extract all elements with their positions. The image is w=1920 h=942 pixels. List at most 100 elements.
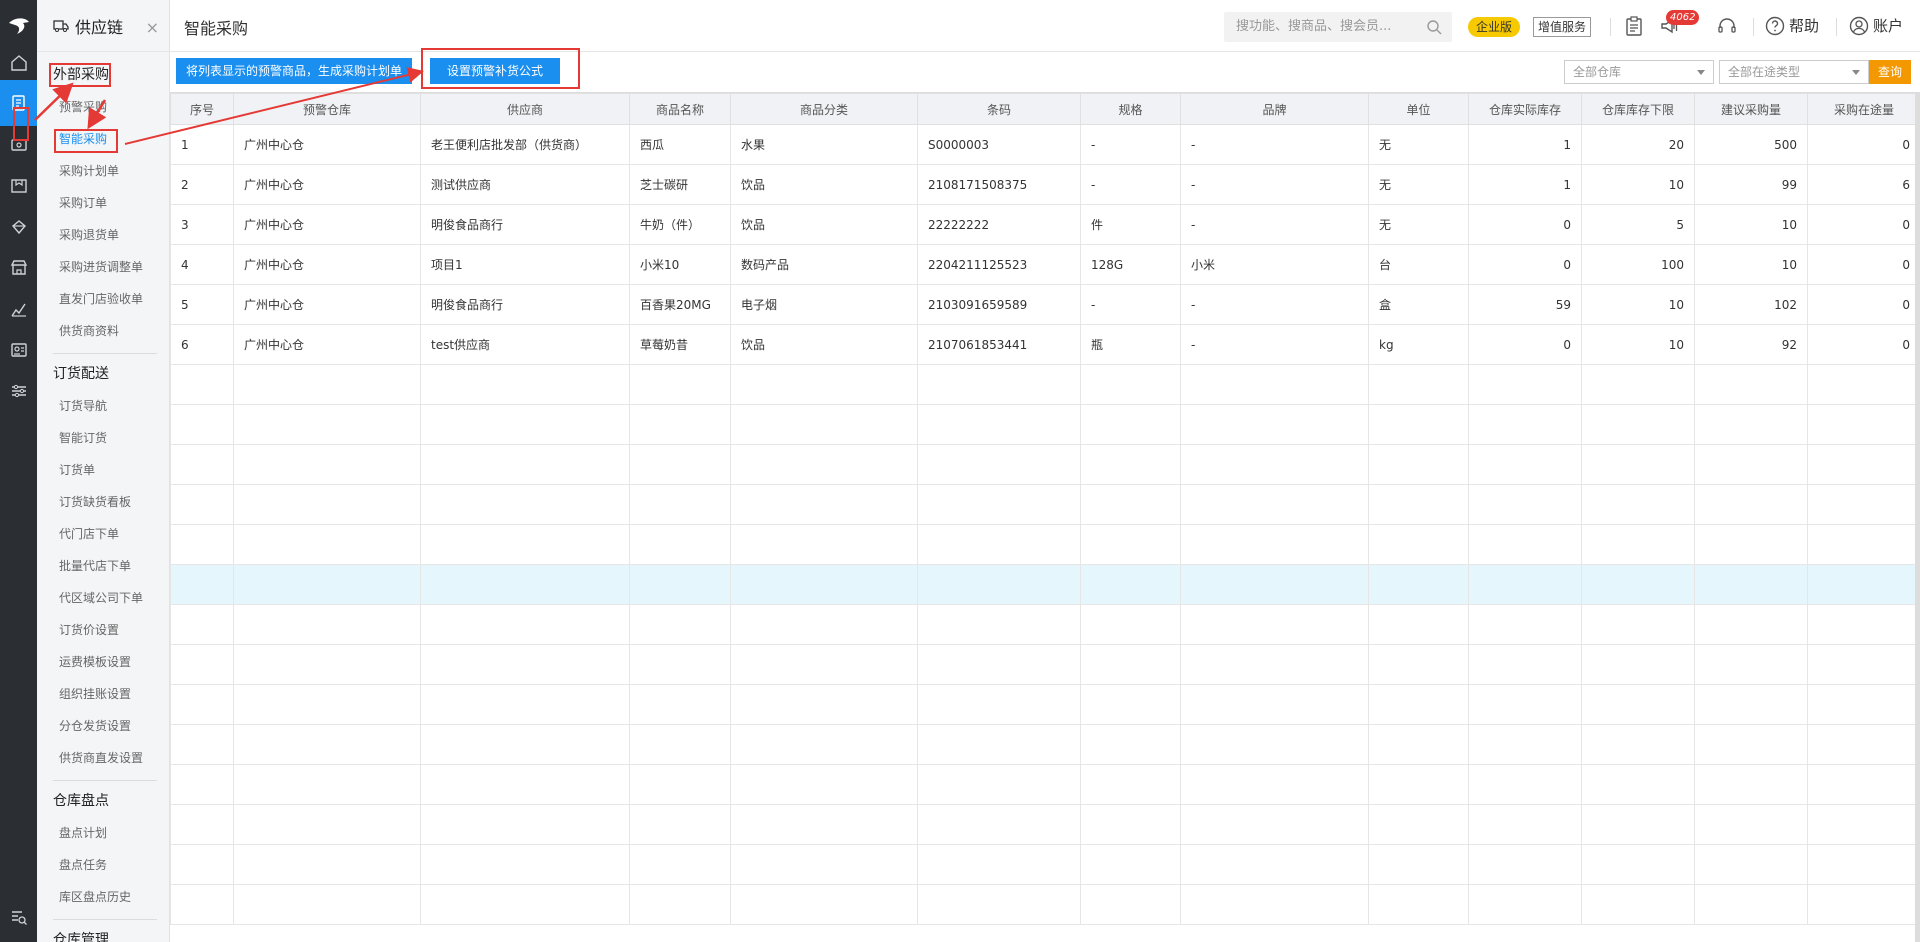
sidebar-item[interactable]: 采购计划单 xyxy=(37,155,169,187)
column-header[interactable]: 序号 xyxy=(170,93,234,125)
column-header[interactable]: 采购在途量 xyxy=(1807,93,1920,125)
employee-icon[interactable] xyxy=(0,327,37,373)
table-row[interactable] xyxy=(170,764,1920,805)
nav-group-title[interactable]: 仓库盘点 xyxy=(37,785,169,817)
table-cell xyxy=(629,524,731,565)
sidebar-item[interactable]: 批量代店下单 xyxy=(37,550,169,582)
table-cell: 广州中心仓 xyxy=(233,204,421,245)
member-icon[interactable] xyxy=(0,204,37,250)
page-title: 智能采购 xyxy=(184,19,249,38)
column-header[interactable]: 条码 xyxy=(917,93,1081,125)
column-header[interactable]: 单位 xyxy=(1368,93,1469,125)
table-row[interactable] xyxy=(170,604,1920,645)
table-cell xyxy=(420,524,630,565)
table-row[interactable] xyxy=(170,364,1920,405)
column-header[interactable]: 仓库库存下限 xyxy=(1581,93,1695,125)
enterprise-edition-badge[interactable]: 企业版 xyxy=(1468,17,1521,37)
column-header[interactable]: 规格 xyxy=(1080,93,1181,125)
product-icon[interactable] xyxy=(0,163,37,209)
table-cell xyxy=(1807,524,1920,565)
table-row[interactable] xyxy=(170,684,1920,725)
table-cell xyxy=(1694,764,1808,805)
sidebar-item[interactable]: 盘点计划 xyxy=(37,817,169,849)
table-row[interactable]: 3 广州中心仓 明俊食品商行 牛奶（件） 饮品 22222222 件 - 无 0 5 10 0 xyxy=(170,204,1920,245)
sidebar-item[interactable]: 代区域公司下单 xyxy=(37,582,169,614)
table-cell: 0 xyxy=(1468,204,1582,245)
nav-group-title[interactable]: 仓库管理 xyxy=(37,924,169,942)
sidebar-item[interactable]: 预警采购 xyxy=(37,91,169,123)
table-cell: 盒 xyxy=(1368,284,1469,325)
report-icon[interactable] xyxy=(0,286,37,332)
transit-type-select[interactable]: 全部在途类型 xyxy=(1719,60,1869,84)
warehouse-select[interactable]: 全部仓库 xyxy=(1564,60,1714,84)
sidebar-item[interactable]: 智能订货 xyxy=(37,422,169,454)
table-row[interactable] xyxy=(170,644,1920,685)
query-button[interactable]: 查询 xyxy=(1869,60,1911,84)
value-added-services-badge[interactable]: 增值服务 xyxy=(1533,17,1592,37)
table-row[interactable] xyxy=(170,404,1920,445)
table-cell xyxy=(1694,684,1808,725)
table-row[interactable] xyxy=(170,484,1920,525)
headset-icon[interactable] xyxy=(1715,14,1739,38)
sidebar-item[interactable]: 代门店下单 xyxy=(37,518,169,550)
table-cell: 0 xyxy=(1807,204,1920,245)
table-row[interactable] xyxy=(170,524,1920,565)
sidebar-item[interactable]: 采购退货单 xyxy=(37,219,169,251)
column-header[interactable]: 供应商 xyxy=(420,93,630,125)
table-cell: 西瓜 xyxy=(629,124,731,165)
sidebar-item[interactable]: 供货商资料 xyxy=(37,315,169,347)
table-cell xyxy=(233,604,421,645)
vertical-scrollbar[interactable] xyxy=(1915,92,1920,942)
column-header[interactable]: 品牌 xyxy=(1180,93,1369,125)
table-row[interactable]: 2 广州中心仓 测试供应商 芝士碳研 饮品 2108171508375- - 无 1 10 99 6 xyxy=(170,164,1920,205)
sidebar-item[interactable]: 智能采购 xyxy=(37,123,169,155)
sidebar-item[interactable]: 供货商直发设置 xyxy=(37,742,169,774)
column-header[interactable]: 预警仓库 xyxy=(233,93,421,125)
sidebar-item[interactable]: 订货单 xyxy=(37,454,169,486)
table-row[interactable]: 4 广州中心仓 项目1 小米10 数码产品 2204211125523 128G 小米台 0 10… xyxy=(170,244,1920,285)
table-row[interactable] xyxy=(170,724,1920,765)
sidebar-item[interactable]: 运费模板设置 xyxy=(37,646,169,678)
cashier-icon[interactable] xyxy=(0,122,37,168)
table-row[interactable] xyxy=(170,564,1920,605)
table-row[interactable] xyxy=(170,444,1920,485)
clipboard-icon[interactable] xyxy=(1622,14,1646,38)
table-row[interactable]: 5 广州中心仓 明俊食品商行 百香果20MG 电子烟 2103091659589- - 盒 59… xyxy=(170,284,1920,325)
store-icon[interactable] xyxy=(0,245,37,291)
sidebar-item[interactable]: 订货缺货看板 xyxy=(37,486,169,518)
sidebar-item[interactable]: 订货价设置 xyxy=(37,614,169,646)
sidebar-item[interactable]: 组织挂账设置 xyxy=(37,678,169,710)
generate-purchase-plan-button[interactable]: 将列表显示的预警商品，生成采购计划单 xyxy=(176,58,413,84)
nav-group-title[interactable]: 外部采购 xyxy=(37,59,169,91)
sidebar-item[interactable]: 盘点任务 xyxy=(37,849,169,881)
search-menu-icon[interactable] xyxy=(0,894,37,940)
global-search-input[interactable]: 搜功能、搜商品、搜会员... xyxy=(1224,12,1452,42)
supply-chain-icon[interactable] xyxy=(0,80,37,126)
table-row[interactable] xyxy=(170,884,1920,925)
sidebar-item[interactable]: 采购订单 xyxy=(37,187,169,219)
settings-icon[interactable] xyxy=(0,368,37,414)
table-cell xyxy=(917,684,1081,725)
table-row[interactable] xyxy=(170,844,1920,885)
table-row[interactable] xyxy=(170,804,1920,845)
account-link[interactable]: 账户 xyxy=(1849,15,1903,36)
help-link[interactable]: 帮助 xyxy=(1765,15,1819,36)
set-replenishment-formula-button[interactable]: 设置预警补货公式 xyxy=(430,58,560,84)
sidebar-item[interactable]: 分仓发货设置 xyxy=(37,710,169,742)
column-header[interactable]: 仓库实际库存 xyxy=(1468,93,1582,125)
sidebar-item[interactable]: 直发门店验收单 xyxy=(37,283,169,315)
search-icon[interactable] xyxy=(1426,19,1442,35)
sidebar-item[interactable]: 库区盘点历史 xyxy=(37,881,169,913)
column-header[interactable]: 商品分类 xyxy=(730,93,918,125)
nav-group-title[interactable]: 订货配送 xyxy=(37,358,169,390)
table-row[interactable]: 1 广州中心仓 老王便利店批发部（供货商） 西瓜 水果 S0000003- - 无 1 20 500… xyxy=(170,124,1920,165)
column-header[interactable]: 建议采购量 xyxy=(1694,93,1808,125)
table-cell xyxy=(1180,524,1369,565)
table-row[interactable]: 6 广州中心仓 test供应商 草莓奶昔 饮品 2107061853441 瓶 - kg 0 10 9… xyxy=(170,324,1920,365)
sub-navigation: 供应链 × 外部采购 预警采购 智能采购 采购计划单 采购订单 采购退货单 采购进货调整单直… xyxy=(37,0,170,942)
close-icon[interactable]: × xyxy=(146,18,159,37)
column-header[interactable]: 商品名称 xyxy=(629,93,731,125)
sidebar-item[interactable]: 订货导航 xyxy=(37,390,169,422)
sidebar-item[interactable]: 采购进货调整单 xyxy=(37,251,169,283)
table-cell: 牛奶（件） xyxy=(629,204,731,245)
